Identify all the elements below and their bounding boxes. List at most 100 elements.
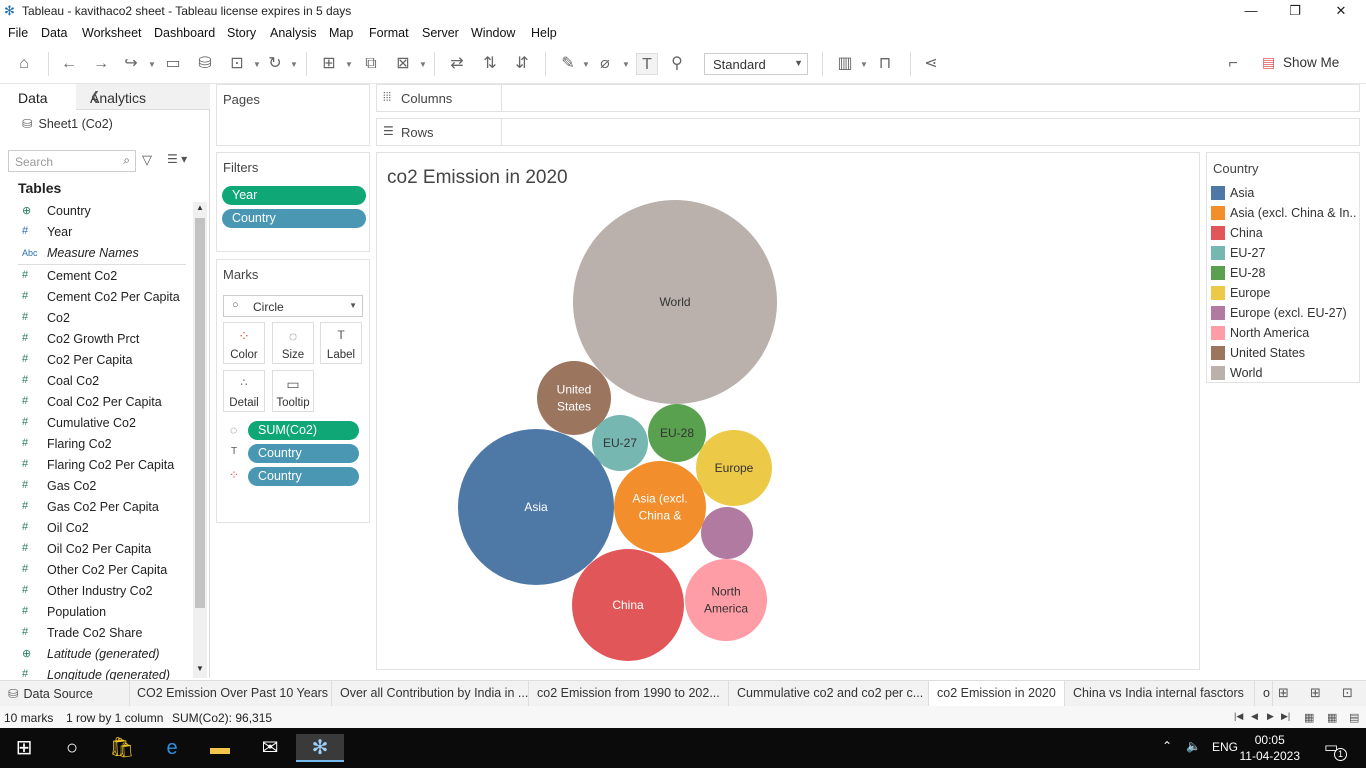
field-item[interactable]: # Co2 Growth Prct (0, 329, 190, 350)
marks-color-button[interactable]: ⁘ Color (223, 322, 265, 364)
field-item[interactable]: # Coal Co2 Per Capita (0, 392, 190, 413)
marks-label-button[interactable]: T Label (320, 322, 362, 364)
field-item[interactable]: Abc Measure Names (0, 243, 190, 264)
last-sheet-icon[interactable]: ▶| (1281, 711, 1290, 722)
new-story-icon[interactable]: ⊡ (1342, 685, 1353, 701)
clear-sheet-icon[interactable]: ⊠ (392, 53, 414, 75)
menu-data[interactable]: Data (41, 26, 67, 40)
tab-co2-past-10-years[interactable]: CO2 Emission Over Past 10 Years (130, 681, 332, 707)
pause-updates-icon[interactable]: ⊡ (226, 53, 248, 75)
field-item[interactable]: # Trade Co2 Share (0, 623, 190, 644)
view-options-icon[interactable]: ☰ ▾ (167, 152, 187, 166)
filter-pill-year[interactable]: Year (222, 186, 366, 205)
field-item[interactable]: # Flaring Co2 Per Capita (0, 455, 190, 476)
highlight-icon[interactable]: ✎ (557, 53, 579, 75)
tab-cumulative-co2[interactable]: Cummulative co2 and co2 per c... (729, 681, 929, 707)
datasource-item[interactable]: ⛁ Sheet1 (Co2) (22, 116, 113, 131)
menu-help[interactable]: Help (531, 26, 557, 40)
scrollbar-thumb[interactable] (195, 218, 205, 608)
legend-item[interactable]: China (1211, 223, 1359, 243)
clock[interactable]: 00:05 11-04-2023 (1240, 732, 1301, 764)
marks-size-button[interactable]: ◌ Size (272, 322, 314, 364)
first-sheet-icon[interactable]: |◀ (1234, 711, 1243, 722)
field-item[interactable]: # Gas Co2 Per Capita (0, 497, 190, 518)
show-cards-icon[interactable]: ▥ (834, 53, 856, 75)
bubble-eu-27[interactable]: EU-27 (592, 415, 648, 471)
fit-select[interactable]: Standard ▼ (704, 53, 808, 75)
new-datasource-icon[interactable]: ⛁ (194, 53, 216, 75)
windows-start-icon[interactable]: ⊞ (4, 734, 44, 762)
share-icon[interactable]: ⋖ (920, 53, 942, 75)
legend-item[interactable]: United States (1211, 343, 1359, 363)
field-item[interactable]: # Other Co2 Per Capita (0, 560, 190, 581)
tab-analytics[interactable]: Analytics ❮ (76, 84, 210, 110)
menu-worksheet[interactable]: Worksheet (82, 26, 142, 40)
undo-icon[interactable]: ← (58, 53, 80, 75)
legend-item[interactable]: North America (1211, 323, 1359, 343)
edge-icon[interactable]: e (152, 734, 192, 762)
bubble-circle[interactable] (685, 559, 767, 641)
bubble-circle[interactable] (614, 461, 706, 553)
legend-item[interactable]: Asia (excl. China & In.. (1211, 203, 1359, 223)
menu-format[interactable]: Format (369, 26, 409, 40)
rows-shelf[interactable]: ☰ Rows (376, 118, 1360, 146)
duplicate-sheet-icon[interactable]: ⧉ (360, 53, 382, 75)
tab-data[interactable]: Data (0, 84, 76, 110)
columns-shelf[interactable]: ⦙⦙⦙ Columns (376, 84, 1360, 112)
tab-co2-2020[interactable]: co2 Emission in 2020 (929, 681, 1065, 707)
next-sheet-icon[interactable]: ▶ (1267, 711, 1274, 722)
file-explorer-icon[interactable]: ▬ (200, 734, 240, 762)
menu-file[interactable]: File (8, 26, 28, 40)
save-icon[interactable]: ▭ (162, 53, 184, 75)
prev-sheet-icon[interactable]: ◀ (1251, 711, 1258, 722)
home-icon[interactable]: ⌂ (13, 53, 35, 75)
filter-icon[interactable]: ▽ (142, 152, 152, 168)
bubble-eu-28[interactable]: EU-28 (648, 404, 706, 462)
tab-china-vs-india[interactable]: China vs India internal fasctors (1065, 681, 1255, 707)
field-item[interactable]: # Co2 (0, 308, 190, 329)
field-item[interactable]: # Cement Co2 Per Capita (0, 287, 190, 308)
cortana-icon[interactable]: ○ (52, 734, 92, 762)
volume-icon[interactable]: 🔈 (1186, 739, 1201, 753)
bubble-europe[interactable]: Europe (696, 430, 772, 506)
grid-view-icon[interactable]: ▦ (1327, 711, 1337, 724)
marks-tooltip-button[interactable]: ▭ Tooltip (272, 370, 314, 412)
menu-story[interactable]: Story (227, 26, 256, 40)
pages-card[interactable]: Pages (216, 84, 370, 146)
tab-overflow[interactable]: o (1255, 681, 1273, 707)
field-list-scrollbar[interactable]: ▲ ▼ (193, 202, 207, 678)
marks-detail-button[interactable]: ∴ Detail (223, 370, 265, 412)
menu-server[interactable]: Server (422, 26, 459, 40)
filter-pill-country[interactable]: Country (222, 209, 366, 228)
bubble-circle[interactable] (701, 507, 753, 559)
mark-pill-country-color[interactable]: Country (248, 467, 359, 486)
field-item[interactable]: # Gas Co2 (0, 476, 190, 497)
mark-type-select[interactable]: ○ Circle ▼ (223, 295, 363, 317)
legend-item[interactable]: Asia (1211, 183, 1359, 203)
presentation-mode-icon[interactable]: ⊓ (874, 53, 896, 75)
collapse-pane-icon[interactable]: ❮ (90, 89, 202, 103)
format-painter-icon[interactable]: ⌐ (1222, 53, 1244, 75)
new-worksheet-icon[interactable]: ⊞ (1278, 685, 1289, 701)
bubble-asia[interactable]: Asia (458, 429, 614, 585)
bubble-europe-excl-eu-27[interactable] (701, 507, 753, 559)
field-item[interactable]: # Population (0, 602, 190, 623)
filters-card[interactable]: Filters Year Country (216, 152, 370, 252)
field-item[interactable]: ⊕ Latitude (generated) (0, 644, 190, 665)
fix-axes-icon[interactable]: ⚲ (666, 53, 688, 75)
legend-item[interactable]: EU-28 (1211, 263, 1359, 283)
close-button[interactable]: ✕ (1318, 0, 1364, 22)
legend-item[interactable]: World (1211, 363, 1359, 383)
show-mark-labels-icon[interactable]: T (636, 53, 658, 75)
field-item[interactable]: # Flaring Co2 (0, 434, 190, 455)
field-item[interactable]: # Coal Co2 (0, 371, 190, 392)
mark-pill-country-label[interactable]: Country (248, 444, 359, 463)
swap-icon[interactable]: ⇄ (446, 53, 468, 75)
bubble-china[interactable]: China (572, 549, 684, 661)
replay-icon[interactable]: ↪ (120, 53, 142, 75)
new-worksheet-icon[interactable]: ⊞ (318, 53, 340, 75)
menu-dashboard[interactable]: Dashboard (154, 26, 215, 40)
field-item[interactable]: # Year (0, 222, 190, 243)
group-members-icon[interactable]: ⌀ (594, 53, 616, 75)
tableau-taskbar-icon[interactable]: ✻ (296, 734, 344, 762)
